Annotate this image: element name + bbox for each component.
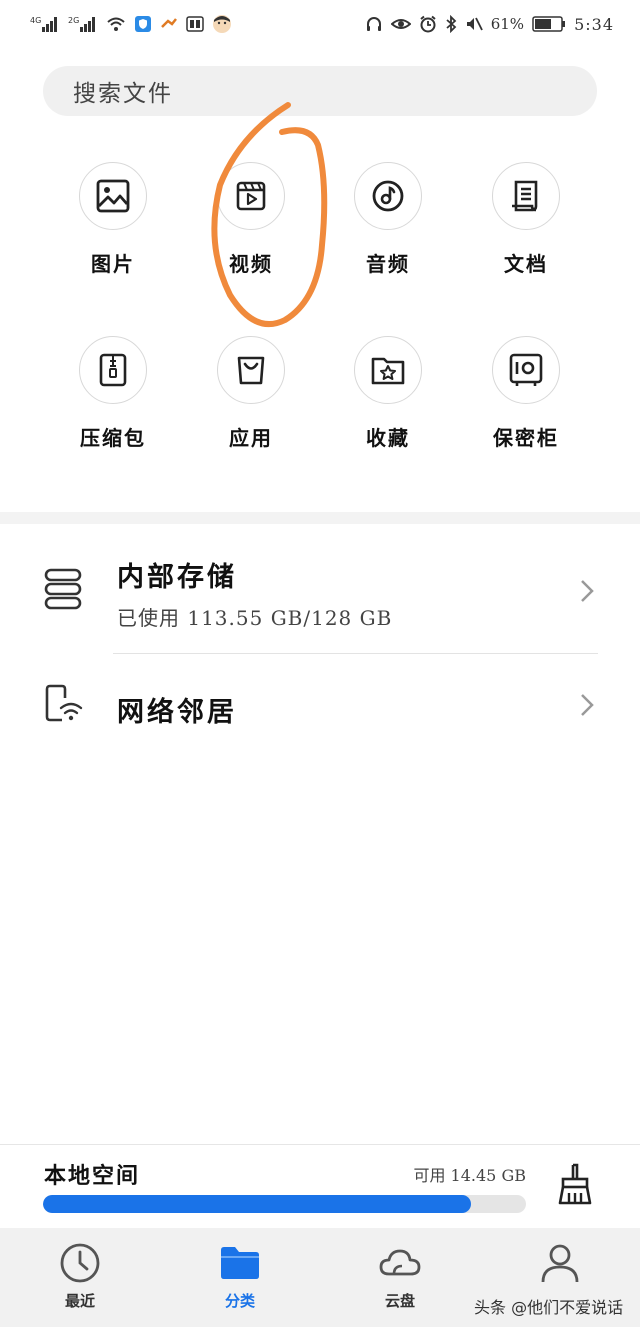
music-disc-icon: [372, 180, 404, 212]
status-bar: 4G 2G 61% 5:34: [0, 0, 640, 48]
category-label: 视频: [229, 252, 273, 276]
category-audio[interactable]: 音频: [323, 162, 453, 277]
category-audio-circle: [354, 162, 422, 230]
category-images[interactable]: 图片: [48, 162, 178, 277]
category-safe-circle: [492, 336, 560, 404]
local-space-progress-fill: [43, 1195, 472, 1213]
battery-percent: 61%: [490, 15, 525, 33]
category-label: 收藏: [366, 426, 410, 450]
category-favorites-circle: [354, 336, 422, 404]
storage-server-icon: [44, 568, 82, 610]
image-icon: [96, 179, 130, 213]
category-images-circle: [79, 162, 147, 230]
category-label: 压缩包: [80, 426, 146, 450]
internal-storage-row[interactable]: 内部存储 已使用 113.55 GB/128 GB: [0, 524, 640, 654]
category-favorites[interactable]: 收藏: [323, 336, 453, 451]
category-label: 应用: [229, 426, 273, 450]
tab-label: 最近: [64, 1292, 95, 1310]
shopping-bag-icon: [237, 356, 265, 385]
category-archives-circle: [79, 336, 147, 404]
category-documents[interactable]: 文档: [461, 162, 591, 277]
search-input[interactable]: 搜索文件: [43, 66, 597, 116]
local-space-progress: [43, 1195, 526, 1213]
mute-icon: [465, 15, 483, 33]
category-documents-circle: [492, 162, 560, 230]
section-divider: [0, 512, 640, 524]
tab-cloud[interactable]: 云盘: [340, 1228, 460, 1311]
internal-storage-usage: 已使用 113.55 GB/128 GB: [117, 606, 393, 630]
avatar-notification-icon: [212, 14, 232, 34]
chevron-right-icon: [581, 694, 594, 716]
tab-label: 云盘: [384, 1292, 415, 1310]
category-label: 音频: [366, 252, 410, 276]
eye-comfort-icon: [390, 16, 411, 32]
internal-storage-title: 内部存储: [117, 562, 237, 593]
local-space-free: 可用 14.45 GB: [413, 1166, 526, 1185]
network-neighborhood-row[interactable]: 网络邻居: [0, 654, 640, 754]
shield-app-icon: [134, 15, 152, 33]
signal-2g-label: 2G: [68, 16, 79, 25]
category-label: 图片: [91, 252, 135, 276]
battery-icon: [532, 16, 566, 32]
category-label: 保密柜: [493, 426, 559, 450]
category-apps[interactable]: 应用: [186, 336, 316, 451]
app-notification-icon-2: [186, 15, 204, 33]
category-archives[interactable]: 压缩包: [48, 336, 178, 451]
category-apps-circle: [217, 336, 285, 404]
signal-4g-icon: 4G: [30, 15, 60, 33]
star-folder-icon: [371, 357, 405, 385]
search-placeholder: 搜索文件: [73, 81, 173, 107]
alarm-icon: [419, 15, 437, 33]
document-icon: [512, 180, 538, 212]
local-space-title: 本地空间: [44, 1163, 141, 1189]
video-icon: [236, 181, 266, 211]
headphones-icon: [365, 15, 383, 33]
clock-time: 5:34: [574, 14, 614, 34]
category-videos[interactable]: 视频: [186, 162, 316, 277]
safe-icon: [509, 353, 543, 386]
bottom-panel-border: [0, 1144, 640, 1145]
folder-icon: [221, 1247, 259, 1279]
app-notification-icon: [160, 15, 178, 33]
category-safe[interactable]: 保密柜: [461, 336, 591, 451]
clock-icon: [60, 1243, 100, 1283]
bluetooth-icon: [445, 15, 457, 33]
signal-4g-label: 4G: [30, 16, 41, 25]
watermark-text: 头条 @他们不爱说话: [474, 1298, 624, 1317]
category-videos-circle: [217, 162, 285, 230]
signal-2g-icon: 2G: [68, 15, 98, 33]
clean-broom-icon[interactable]: [556, 1162, 594, 1206]
tab-label: 分类: [224, 1292, 255, 1310]
cloud-icon: [379, 1249, 421, 1276]
chevron-right-icon: [581, 580, 594, 602]
category-label: 文档: [504, 252, 548, 276]
network-device-icon: [45, 684, 83, 722]
network-neighborhood-title: 网络邻居: [117, 697, 237, 728]
tab-profile[interactable]: [500, 1228, 620, 1290]
zip-icon: [99, 353, 127, 387]
wifi-icon: [106, 16, 126, 32]
tab-categories[interactable]: 分类: [180, 1228, 300, 1311]
user-icon: [541, 1244, 579, 1283]
tab-recent[interactable]: 最近: [20, 1228, 140, 1311]
